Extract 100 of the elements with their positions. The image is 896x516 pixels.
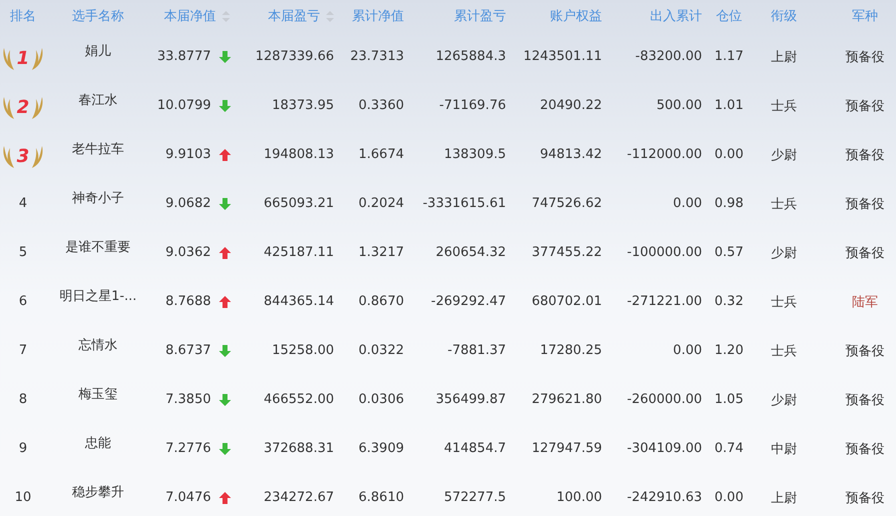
table-cell-text: 预备役 [846, 392, 884, 408]
table-cell: 279621.80 [532, 392, 602, 407]
table-cell: 1243501.11 [523, 49, 602, 64]
table-cell-text: 士兵 [771, 294, 797, 310]
sort-icon[interactable] [222, 10, 230, 22]
column-header: 累计盈亏 [454, 8, 506, 25]
table-cell: 8.7688 [166, 294, 211, 309]
table-cell: 0.0322 [358, 343, 404, 358]
rank-number: 5 [18, 245, 28, 260]
table-cell-text: 预备役 [846, 440, 884, 458]
player-name[interactable]: 明日之星1-... [59, 286, 137, 304]
table-cell: 500.00 [656, 98, 702, 113]
table-cell-text: 士兵 [771, 342, 797, 360]
table-cell: 6.8610 [358, 490, 404, 505]
table-cell-text: 预备役 [846, 48, 884, 66]
column-header: 出入累计 [650, 8, 702, 25]
table-cell: 15258.00 [272, 343, 334, 358]
column-header: 累计净值 [352, 8, 404, 25]
table-cell: 1.01 [714, 98, 744, 113]
table-cell: 572277.5 [444, 490, 506, 505]
table-cell: 0.57 [714, 245, 744, 260]
player-name[interactable]: 忘情水 [78, 336, 118, 354]
rank-number: 7 [18, 343, 28, 358]
table-cell: 466552.00 [264, 392, 334, 407]
table-cell-text: 预备役 [846, 490, 884, 506]
table-cell: -271221.00 [627, 294, 702, 309]
table-cell-text: 中尉 [771, 440, 797, 458]
table-cell: 0.00 [714, 490, 744, 505]
player-name[interactable]: 春江水 [78, 90, 118, 108]
table-cell: 1.05 [714, 392, 744, 407]
rank-number: 8 [18, 392, 28, 407]
table-cell: 747526.62 [532, 196, 602, 211]
table-cell: 7.2776 [166, 441, 211, 456]
rank-number: 2 [16, 97, 30, 118]
player-name[interactable]: 娟儿 [85, 42, 111, 60]
table-cell: 0.00 [673, 343, 702, 358]
table-cell: 10.0799 [157, 98, 211, 113]
player-name[interactable]: 忠能 [85, 434, 111, 452]
player-name[interactable]: 神奇小子 [72, 188, 124, 206]
column-header: 仓位 [716, 8, 742, 25]
rank-number: 9 [18, 441, 28, 456]
table-cell: 377455.22 [532, 245, 602, 260]
table-cell-text: 预备役 [846, 146, 884, 164]
table-cell-text: 陆军 [852, 294, 878, 310]
table-cell: 9.0682 [166, 196, 211, 211]
sort-icon[interactable] [326, 10, 334, 22]
table-cell: 9.9103 [166, 147, 211, 162]
table-cell: 1.17 [714, 49, 744, 64]
table-cell-text: 上尉 [771, 48, 797, 66]
table-cell: 844365.14 [264, 294, 334, 309]
table-cell: -112000.00 [627, 147, 702, 162]
table-cell: 356499.87 [436, 392, 506, 407]
player-name[interactable]: 是谁不重要 [66, 238, 130, 256]
table-cell-text: 预备役 [846, 196, 884, 212]
table-cell: 18373.95 [272, 98, 334, 113]
table-cell: 414854.7 [444, 441, 506, 456]
column-header: 选手名称 [72, 8, 124, 25]
table-cell-text: 士兵 [771, 196, 797, 212]
table-cell: 1265884.3 [436, 49, 506, 64]
table-cell: 1.20 [714, 343, 744, 358]
table-cell: 6.3909 [358, 441, 404, 456]
table-cell: 100.00 [556, 490, 602, 505]
table-cell-text: 少尉 [771, 392, 797, 408]
table-cell: 425187.11 [264, 245, 334, 260]
rank-number: 3 [16, 146, 30, 167]
table-cell: -269292.47 [431, 294, 506, 309]
column-header: 账户权益 [550, 8, 602, 25]
rank-number: 10 [14, 490, 32, 505]
table-cell: 7.3850 [166, 392, 211, 407]
column-header: 军种 [852, 8, 878, 25]
table-cell: -7881.37 [448, 343, 506, 358]
player-name[interactable]: 老牛拉车 [72, 140, 124, 158]
table-cell: 234272.67 [264, 490, 334, 505]
table-cell: 0.98 [714, 196, 744, 211]
table-cell: 1.6674 [358, 147, 404, 162]
table-cell: -242910.63 [627, 490, 702, 505]
table-cell: -100000.00 [627, 245, 702, 260]
table-cell: -260000.00 [627, 392, 702, 407]
table-cell: 0.32 [714, 294, 744, 309]
table-cell: -83200.00 [635, 49, 702, 64]
table-cell: 1.3217 [358, 245, 404, 260]
table-cell: 0.0306 [358, 392, 404, 407]
table-cell: 17280.25 [540, 343, 602, 358]
player-name[interactable]: 稳步攀升 [72, 482, 124, 500]
table-cell: 194808.13 [264, 147, 334, 162]
table-cell: 665093.21 [264, 196, 334, 211]
table-cell-text: 预备役 [846, 98, 884, 114]
table-cell: 0.00 [714, 147, 744, 162]
rank-number: 1 [16, 48, 30, 69]
table-cell: 372688.31 [264, 441, 334, 456]
table-cell: 20490.22 [540, 98, 602, 113]
rank-number: 6 [18, 294, 28, 309]
table-cell-text: 少尉 [771, 244, 797, 262]
table-cell: 127947.59 [532, 441, 602, 456]
table-cell-text: 预备役 [846, 244, 884, 262]
table-cell: 680702.01 [532, 294, 602, 309]
player-name[interactable]: 梅玉玺 [78, 384, 118, 402]
table-cell: 8.6737 [166, 343, 211, 358]
table-cell: 94813.42 [540, 147, 602, 162]
table-cell: 260654.32 [436, 245, 506, 260]
